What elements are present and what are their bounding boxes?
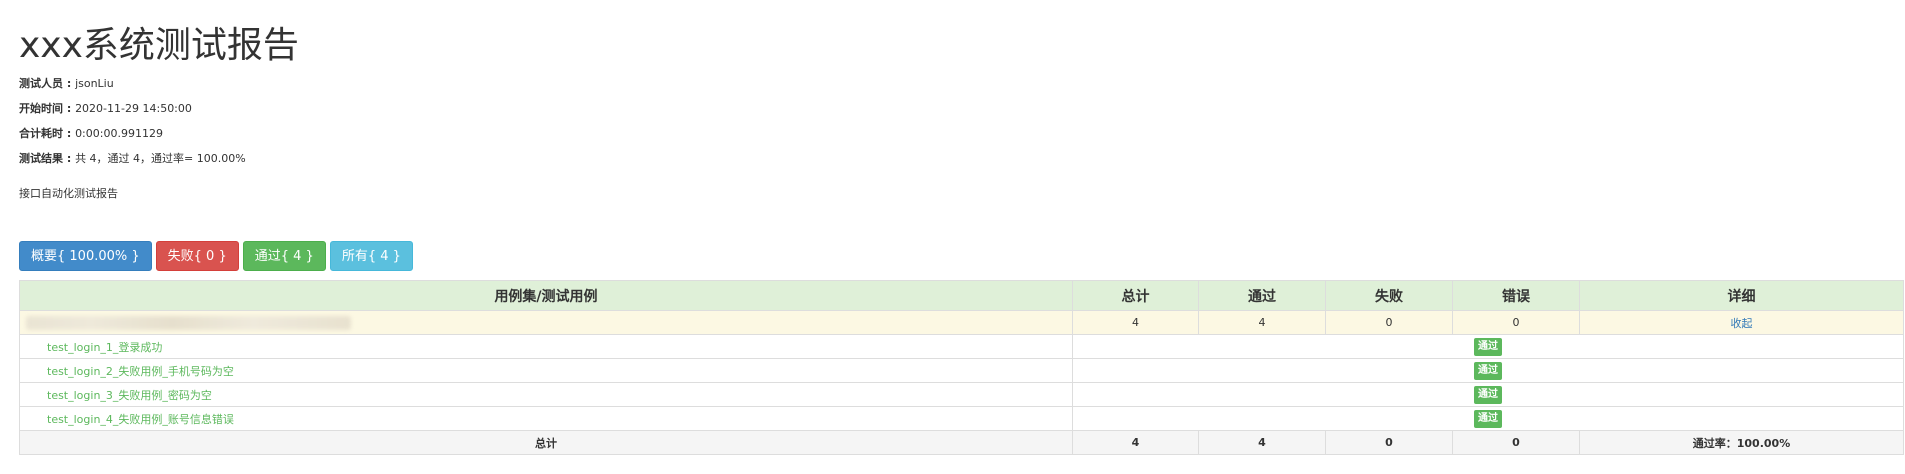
- table-row: test_login_2_失败用例_手机号码为空 通过: [19, 358, 1904, 383]
- meta-value: 共 4，通过 4，通过率= 100.00%: [75, 152, 246, 165]
- case-status-cell: 通过: [1072, 382, 1904, 407]
- suite-name-redacted: [19, 310, 1073, 335]
- table-row: test_login_3_失败用例_密码为空 通过: [19, 382, 1904, 407]
- meta-duration: 合计耗时 : 0:00:00.991129: [19, 127, 1905, 141]
- suite-total: 4: [1072, 310, 1199, 335]
- case-name-cell: test_login_3_失败用例_密码为空: [19, 382, 1073, 407]
- result-table: 用例集/测试用例 总计 通过 失败 错误 详细 4 4 0 0 收起 test_…: [19, 280, 1904, 455]
- failed-filter-button[interactable]: 失败{ 0 }: [155, 241, 239, 271]
- meta-key: 测试人员 :: [19, 77, 76, 90]
- passed-filter-button[interactable]: 通过{ 4 }: [242, 241, 326, 271]
- case-name-cell: test_login_4_失败用例_账号信息错误: [19, 406, 1073, 431]
- total-pass-rate: 通过率：100.00%: [1579, 430, 1904, 455]
- meta-value: jsonLiu: [75, 77, 114, 90]
- meta-start-time: 开始时间 : 2020-11-29 14:50:00: [19, 102, 1905, 116]
- status-badge[interactable]: 通过: [1474, 409, 1502, 428]
- case-status-cell: 通过: [1072, 406, 1904, 431]
- total-errors: 0: [1452, 430, 1580, 455]
- status-badge[interactable]: 通过: [1474, 385, 1502, 404]
- table-row: test_login_4_失败用例_账号信息错误 通过: [19, 406, 1904, 431]
- column-header-failed: 失败: [1325, 280, 1453, 311]
- total-row: 总计 4 4 0 0 通过率：100.00%: [19, 430, 1904, 455]
- suite-passed: 4: [1198, 310, 1326, 335]
- column-header-errors: 错误: [1452, 280, 1580, 311]
- filter-button-group: 概要{ 100.00% } 失败{ 0 } 通过{ 4 } 所有{ 4 }: [19, 241, 413, 271]
- meta-tester: 测试人员 : jsonLiu: [19, 77, 1905, 91]
- meta-key: 开始时间 :: [19, 102, 76, 115]
- case-name-cell: test_login_2_失败用例_手机号码为空: [19, 358, 1073, 383]
- case-name[interactable]: test_login_1_登录成功: [47, 341, 162, 354]
- suite-detail-cell: 收起: [1579, 310, 1904, 335]
- meta-key: 合计耗时 :: [19, 127, 76, 140]
- case-name[interactable]: test_login_3_失败用例_密码为空: [47, 389, 212, 402]
- report-page: xxx系统测试报告 测试人员 : jsonLiu 开始时间 : 2020-11-…: [0, 0, 1905, 474]
- column-header-detail: 详细: [1579, 280, 1904, 311]
- status-badge[interactable]: 通过: [1474, 361, 1502, 380]
- total-label: 总计: [19, 430, 1073, 455]
- suite-errors: 0: [1452, 310, 1580, 335]
- all-filter-button[interactable]: 所有{ 4 }: [329, 241, 413, 271]
- case-status-cell: 通过: [1072, 358, 1904, 383]
- table-row: test_login_1_登录成功 通过: [19, 334, 1904, 359]
- summary-button[interactable]: 概要{ 100.00% }: [19, 241, 152, 271]
- total-count: 4: [1072, 430, 1199, 455]
- meta-value: 2020-11-29 14:50:00: [75, 102, 192, 115]
- table-header-row: 用例集/测试用例 总计 通过 失败 错误 详细: [19, 280, 1904, 311]
- suite-row: 4 4 0 0 收起: [19, 310, 1904, 335]
- case-name-cell: test_login_1_登录成功: [19, 334, 1073, 359]
- column-header-passed: 通过: [1198, 280, 1326, 311]
- case-name[interactable]: test_login_2_失败用例_手机号码为空: [47, 365, 234, 378]
- page-title: xxx系统测试报告: [19, 25, 299, 66]
- collapse-link[interactable]: 收起: [1731, 317, 1753, 330]
- column-header-total: 总计: [1072, 280, 1199, 311]
- report-description: 接口自动化测试报告: [19, 187, 118, 200]
- total-passed: 4: [1198, 430, 1326, 455]
- meta-value: 0:00:00.991129: [75, 127, 163, 140]
- report-meta: 测试人员 : jsonLiu 开始时间 : 2020-11-29 14:50:0…: [19, 77, 1905, 166]
- suite-failed: 0: [1325, 310, 1453, 335]
- redacted-suite-name: [26, 315, 351, 330]
- meta-key: 测试结果 :: [19, 152, 76, 165]
- column-header-case: 用例集/测试用例: [19, 280, 1073, 311]
- total-failed: 0: [1325, 430, 1453, 455]
- case-name[interactable]: test_login_4_失败用例_账号信息错误: [47, 413, 234, 426]
- status-badge[interactable]: 通过: [1474, 337, 1502, 356]
- case-status-cell: 通过: [1072, 334, 1904, 359]
- meta-result: 测试结果 : 共 4，通过 4，通过率= 100.00%: [19, 152, 1905, 166]
